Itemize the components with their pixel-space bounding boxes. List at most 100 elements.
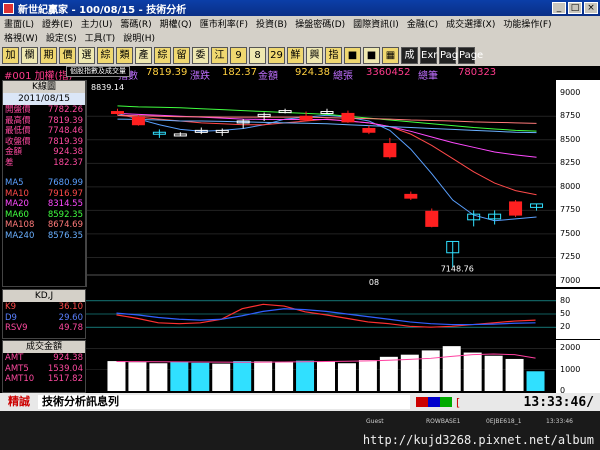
toolbar-button-24[interactable]: Page bbox=[458, 46, 483, 64]
menu-item-4[interactable]: 期權(Q) bbox=[156, 16, 196, 30]
ma-info-rows: MA5 7680.99 MA10 7916.97 MA20 8314.55 MA60 8592… bbox=[3, 178, 85, 241]
menu-item-0[interactable]: 畫面(L) bbox=[0, 16, 38, 30]
status-bracket: [ bbox=[456, 395, 461, 409]
toolbar-button-13[interactable]: 8 bbox=[249, 46, 266, 64]
ma-info-row-1: MA10 7916.97 bbox=[3, 189, 85, 200]
volume-info-rows: AMT 924.38 AMT5 1539.04 AMT10 1517.82 bbox=[3, 353, 85, 385]
quote-value-trades: 780323 bbox=[458, 67, 497, 78]
toolbar-button-21[interactable]: 成 bbox=[401, 46, 418, 64]
toolbar-button-23[interactable]: Page bbox=[439, 46, 464, 64]
toolbar-button-17[interactable]: 指 bbox=[325, 46, 342, 64]
kd-info-panel: KD,J K9 36.10 D9 29.60 RSV9 49.78 bbox=[2, 289, 86, 339]
toolbar-button-9[interactable]: 留 bbox=[173, 46, 190, 64]
toolbar-button-14[interactable]: 29 bbox=[268, 46, 285, 64]
volume-bar bbox=[463, 352, 482, 391]
toolbar-button-8[interactable]: 綜 bbox=[154, 46, 171, 64]
toolbar-button-4[interactable]: 選 bbox=[78, 46, 95, 64]
kd-info-label: D9 bbox=[5, 312, 17, 323]
footer-user: Guest bbox=[366, 418, 384, 425]
price-chart[interactable]: 8839.14 7148.76 08 bbox=[86, 80, 557, 287]
price-chart-svg: 8839.14 7148.76 08 bbox=[87, 83, 557, 287]
kd-info-value: 36.10 bbox=[58, 302, 83, 312]
toolbar-button-12[interactable]: 9 bbox=[230, 46, 247, 64]
menu-item-1[interactable]: 證券(E) bbox=[38, 16, 77, 30]
ma-info-value: 8314.55 bbox=[47, 199, 83, 209]
price-axis: 9000 8750 8500 8250 8000 7750 7500 7250 7000 bbox=[556, 80, 600, 287]
volume-info-value: 924.38 bbox=[53, 353, 83, 363]
kd-info-row-1: D9 29.60 bbox=[3, 313, 85, 324]
title-bar: 新世紀贏家 - 100/08/15 - 技術分析 _ □ × bbox=[0, 0, 600, 16]
menu-item-0[interactable]: 格視(W) bbox=[0, 30, 42, 44]
volume-bar bbox=[170, 361, 189, 391]
close-button[interactable]: × bbox=[584, 2, 598, 14]
volume-bar bbox=[421, 350, 440, 391]
toolbar-button-1[interactable]: 欄 bbox=[21, 46, 38, 64]
toolbar-button-20[interactable]: ▦ bbox=[382, 46, 399, 64]
volume-bar bbox=[233, 361, 252, 391]
jing-logo: 精誠 bbox=[8, 395, 30, 408]
kd-chart[interactable] bbox=[86, 289, 556, 339]
menu-item-9[interactable]: 金融(C) bbox=[403, 16, 442, 30]
k-line bbox=[116, 303, 536, 328]
toolbar-button-11[interactable]: 江 bbox=[211, 46, 228, 64]
toolbar-button-16[interactable]: 興 bbox=[306, 46, 323, 64]
menu-item-3[interactable]: 說明(H) bbox=[119, 30, 159, 44]
menu-item-3[interactable]: 籌碼(R) bbox=[116, 16, 155, 30]
volume-info-label: AMT10 bbox=[5, 374, 35, 384]
menu-item-7[interactable]: 操盤密碼(D) bbox=[291, 16, 349, 30]
kd-tick-label: 80 bbox=[560, 295, 571, 305]
ma-info-label: MA10 bbox=[5, 188, 29, 199]
menu-item-10[interactable]: 成交選擇(X) bbox=[442, 16, 499, 30]
price-info-label: 最低價 bbox=[5, 126, 31, 136]
candle-body bbox=[362, 127, 376, 133]
menu-item-11[interactable]: 功能操作(F) bbox=[499, 16, 555, 30]
kd-info-label: RSV9 bbox=[5, 323, 28, 333]
toolbar-button-15[interactable]: 鮮 bbox=[287, 46, 304, 64]
volume-bar bbox=[442, 346, 461, 391]
volume-info-value: 1517.82 bbox=[47, 374, 83, 384]
ma-info-row-4: MA108 8674.69 bbox=[3, 220, 85, 231]
toolbar-button-2[interactable]: 期 bbox=[40, 46, 57, 64]
toolbar-button-6[interactable]: 類 bbox=[116, 46, 133, 64]
toolbar: 加欄期價選綜類產綜留委江 9 8 29 鮮興指 ■ ■ ▦ 成 Exr Page Page bbox=[0, 44, 600, 66]
toolbar-button-18[interactable]: ■ bbox=[344, 46, 361, 64]
ma-info-value: 7916.97 bbox=[47, 188, 83, 199]
footer: Guest ROWBASE1 0EJBE618_1 13:33:46 http:… bbox=[0, 411, 600, 450]
volume-bar bbox=[379, 356, 398, 391]
toolbar-button-3[interactable]: 價 bbox=[59, 46, 76, 64]
menu-item-2[interactable]: 工具(T) bbox=[81, 30, 120, 44]
volume-info-row-1: AMT5 1539.04 bbox=[3, 364, 85, 375]
menu-item-6[interactable]: 投資(B) bbox=[252, 16, 291, 30]
menu-item-5[interactable]: 匯市利率(F) bbox=[196, 16, 252, 30]
volume-info-value: 1539.04 bbox=[47, 363, 83, 374]
minimize-button[interactable]: _ bbox=[552, 2, 566, 14]
kd-info-value: 29.60 bbox=[58, 312, 83, 323]
quote-value-index: 7819.39 bbox=[146, 67, 188, 78]
maximize-button[interactable]: □ bbox=[568, 2, 582, 14]
volume-bar bbox=[149, 363, 168, 391]
volume-bar bbox=[358, 360, 377, 391]
volume-panel-title: 成交金額 bbox=[3, 341, 85, 353]
toolbar-button-19[interactable]: ■ bbox=[363, 46, 380, 64]
connection-flag-icon bbox=[416, 397, 452, 407]
volume-info-label: AMT5 bbox=[5, 363, 29, 374]
app-icon bbox=[3, 2, 14, 14]
price-info-value: 7819.39 bbox=[47, 136, 83, 147]
menu-item-1[interactable]: 設定(S) bbox=[42, 30, 81, 44]
volume-info-row-2: AMT10 1517.82 bbox=[3, 374, 85, 385]
volume-chart[interactable] bbox=[86, 340, 556, 393]
toolbar-button-0[interactable]: 加 bbox=[2, 46, 19, 64]
ma-info-value: 8592.35 bbox=[47, 209, 83, 220]
menu-item-8[interactable]: 國際資訊(I) bbox=[349, 16, 403, 30]
ma-info-label: MA5 bbox=[5, 178, 24, 188]
menu-item-2[interactable]: 主力(U) bbox=[77, 16, 117, 30]
kd-panel-title: KD,J bbox=[3, 290, 85, 302]
ma-line-MA5 bbox=[117, 112, 537, 222]
price-tick-label: 9000 bbox=[560, 87, 581, 97]
toolbar-button-22[interactable]: Exr bbox=[420, 46, 437, 64]
price-info-value: 7748.46 bbox=[47, 126, 83, 136]
toolbar-button-7[interactable]: 產 bbox=[135, 46, 152, 64]
message-line: 技術分析訊息列 bbox=[38, 395, 410, 409]
toolbar-button-10[interactable]: 委 bbox=[192, 46, 209, 64]
toolbar-button-5[interactable]: 綜 bbox=[97, 46, 114, 64]
